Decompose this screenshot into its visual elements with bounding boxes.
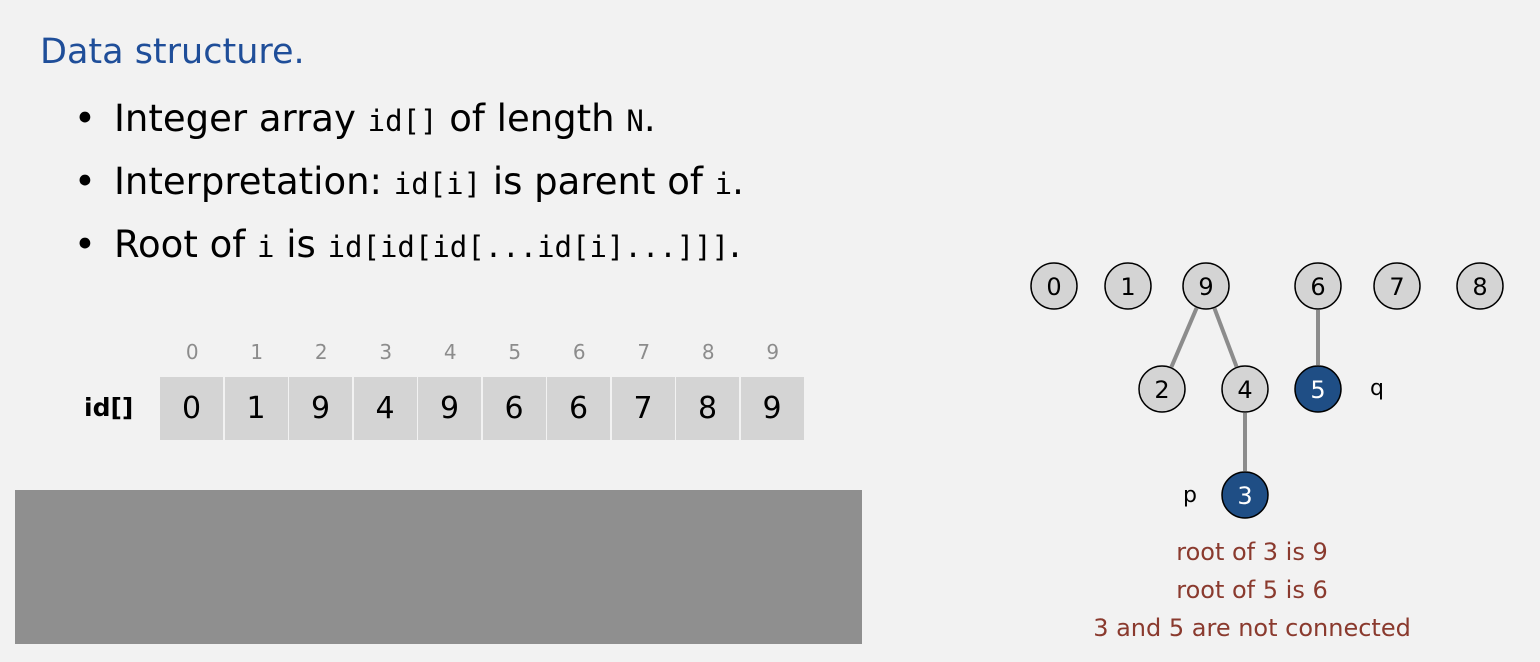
array-index: 7 xyxy=(637,340,651,364)
caption-root-5: root of 5 is 6 xyxy=(1176,576,1328,604)
bullet-text: is xyxy=(274,223,328,266)
array-index: 6 xyxy=(572,340,586,364)
array-cell: 7 xyxy=(611,377,675,440)
tree-node-label: 8 xyxy=(1472,273,1487,301)
bullet-text: of length xyxy=(437,97,627,140)
array-cells: 0194966789 xyxy=(160,377,805,440)
tree-node-label: 1 xyxy=(1120,273,1135,301)
bullet-item: Root of i is id[id[id[...id[i]...]]]. xyxy=(74,220,744,283)
array-index: 3 xyxy=(379,340,393,364)
bullet-code: id[id[id[...id[i]...]]] xyxy=(327,230,730,264)
array-index: 1 xyxy=(250,340,264,364)
bullet-item: Interpretation: id[i] is parent of i. xyxy=(74,157,744,220)
bullet-code: id[] xyxy=(367,104,438,138)
bullet-text: Interpretation: xyxy=(114,160,394,203)
bullet-text: . xyxy=(732,160,744,203)
array-cell: 4 xyxy=(353,377,417,440)
array-cell: 0 xyxy=(160,377,223,440)
bullet-code: id[i] xyxy=(393,167,482,201)
tree-node-9: 9 xyxy=(1182,262,1230,310)
array-index: 8 xyxy=(701,340,715,364)
bullet-list: Integer array id[] of length N. Interpre… xyxy=(74,94,744,283)
tree-node-0: 0 xyxy=(1030,262,1078,310)
array-cell: 9 xyxy=(418,377,481,440)
tree-node-4: 4 xyxy=(1221,365,1269,413)
array-index: 0 xyxy=(185,340,199,364)
tree-node-label: 7 xyxy=(1389,273,1404,301)
bullet-text: . xyxy=(729,223,741,266)
tree-node-7: 7 xyxy=(1373,262,1421,310)
tree-node-label: 4 xyxy=(1237,376,1252,404)
tree-node-1: 1 xyxy=(1104,262,1152,310)
array-cell: 6 xyxy=(482,377,546,440)
tree-node-label: 9 xyxy=(1198,273,1213,301)
array-label: id[] xyxy=(84,393,134,422)
tree-node-5: 5 xyxy=(1294,365,1342,413)
pointer-label-q: q xyxy=(1370,376,1384,401)
array-index: 4 xyxy=(443,340,457,364)
array-index: 2 xyxy=(314,340,328,364)
bullet-text: is parent of xyxy=(481,160,715,203)
bullet-text: Integer array xyxy=(114,97,368,140)
array-cell: 9 xyxy=(289,377,352,440)
pointer-label-p: p xyxy=(1183,483,1197,508)
array-indices: 0 1 2 3 4 5 6 7 8 9 xyxy=(160,340,805,364)
bullet-code: i xyxy=(714,167,733,201)
tree-node-8: 8 xyxy=(1456,262,1504,310)
tree-node-6: 6 xyxy=(1294,262,1342,310)
caption-not-connected: 3 and 5 are not connected xyxy=(1093,614,1411,642)
array-index: 5 xyxy=(508,340,522,364)
tree-edge xyxy=(1169,307,1199,368)
tree-node-3: 3 xyxy=(1221,471,1269,519)
bullet-code: N xyxy=(626,104,644,138)
bullet-text: Root of xyxy=(114,223,258,266)
tree-node-label: 3 xyxy=(1237,482,1252,510)
bullet-text: . xyxy=(643,97,656,140)
tree-node-label: 6 xyxy=(1310,273,1325,301)
tree-node-label: 5 xyxy=(1310,376,1325,404)
tree-node-label: 0 xyxy=(1046,273,1061,301)
slide-heading: Data structure. xyxy=(40,32,305,72)
bullet-code: i xyxy=(257,230,275,264)
array-cell: 9 xyxy=(740,377,804,440)
tree-forest: 0 1 9 6 7 8 2 4 5 3 p q xyxy=(1030,262,1504,519)
array-cell: 1 xyxy=(224,377,288,440)
caption-root-3: root of 3 is 9 xyxy=(1176,538,1328,566)
array-cell: 8 xyxy=(676,377,739,440)
tree-node-2: 2 xyxy=(1138,365,1186,413)
array-index: 9 xyxy=(766,340,780,364)
tree-node-label: 2 xyxy=(1154,376,1169,404)
bullet-item: Integer array id[] of length N. xyxy=(74,94,744,157)
array-cell: 6 xyxy=(547,377,610,440)
hidden-content-box xyxy=(15,490,862,644)
tree-edge xyxy=(1212,307,1239,368)
